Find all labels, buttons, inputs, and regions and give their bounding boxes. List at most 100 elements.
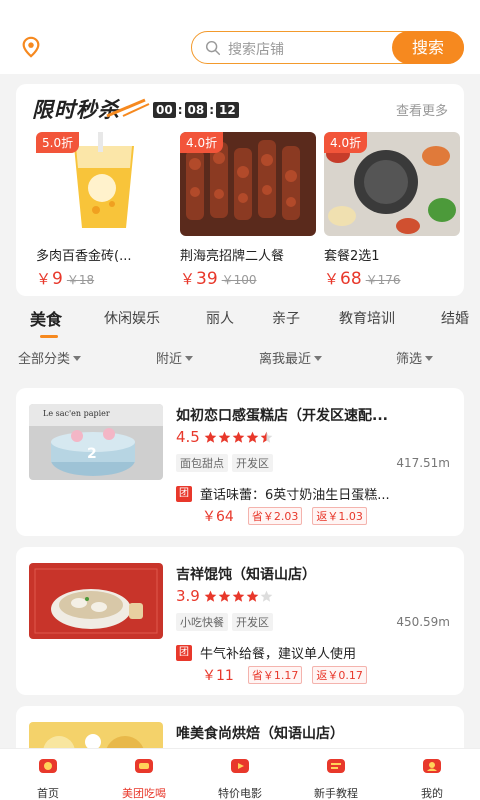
deal-old-price: ￥100 bbox=[221, 273, 257, 287]
store-card[interactable]: 吉祥馄饨（知语山店） 3.9 小吃快餐 开发区 450.59m 团 牛气补给餐，… bbox=[16, 547, 464, 695]
group-deal[interactable]: 团 童话味蕾：6英寸奶油生日蛋糕... bbox=[176, 484, 454, 503]
deal-name: 套餐2选1 bbox=[324, 249, 380, 264]
search-button[interactable]: 搜索 bbox=[392, 30, 464, 64]
deal-image: 4.0折 bbox=[180, 132, 316, 236]
star-icon bbox=[232, 431, 245, 443]
filter-category-label: 全部分类 bbox=[18, 352, 71, 367]
bottom-nav: 首页 美团吃喝 特价电影 新手教程 我的 bbox=[0, 748, 480, 800]
countdown-timer: 00 : 08 : 12 bbox=[153, 102, 239, 118]
star-icon bbox=[218, 431, 231, 443]
flash-sale-logo: 限时秒杀 bbox=[32, 94, 150, 122]
half-star-icon bbox=[260, 431, 273, 443]
chevron-down-icon bbox=[314, 356, 323, 361]
tag-category: 面包甜点 bbox=[176, 454, 228, 472]
store-tags: 小吃快餐 开发区 bbox=[176, 613, 277, 631]
deal-item[interactable]: 4.0折 荆海亮招牌二人餐 ￥39 ￥100 bbox=[180, 132, 316, 289]
timer-seconds: 12 bbox=[216, 102, 239, 118]
store-rating: 3.9 bbox=[176, 587, 274, 605]
deal-price: 9 bbox=[52, 269, 63, 289]
tab-food[interactable]: 美食 bbox=[30, 306, 62, 330]
star-icon bbox=[246, 431, 259, 443]
star-icon bbox=[218, 590, 231, 602]
deal-item[interactable]: 4.0折 套餐2选1 ￥68 ￥176 bbox=[324, 132, 460, 289]
search-bar[interactable]: 搜索店铺 搜索 bbox=[191, 30, 464, 64]
chevron-down-icon bbox=[185, 356, 194, 361]
timer-minutes: 08 bbox=[184, 102, 208, 118]
rebate-chip: 返￥1.03 bbox=[312, 507, 367, 525]
active-tab-indicator bbox=[40, 335, 58, 338]
price-currency: ￥ bbox=[36, 270, 52, 288]
deal-name: 荆海亮招牌二人餐 bbox=[180, 249, 285, 264]
nav-tutorial[interactable]: 新手教程 bbox=[288, 755, 384, 800]
filter-more-label: 筛选 bbox=[396, 352, 423, 367]
store-score: 3.9 bbox=[176, 587, 200, 605]
store-name: 吉祥馄饨（知语山店） bbox=[176, 567, 316, 583]
deal-image: 5.0折 bbox=[36, 132, 172, 236]
deal-price: 68 bbox=[340, 269, 362, 289]
save-chip: 省￥2.03 bbox=[247, 507, 303, 525]
tutorial-icon bbox=[327, 759, 345, 773]
nav-label: 新手教程 bbox=[314, 787, 358, 800]
filter-category[interactable]: 全部分类 bbox=[18, 348, 82, 367]
search-icon bbox=[205, 40, 221, 56]
tab-wedding[interactable]: 结婚 bbox=[441, 308, 469, 328]
store-thumbnail bbox=[29, 563, 163, 639]
star-icon bbox=[246, 590, 259, 602]
header: 搜索店铺 搜索 bbox=[0, 0, 480, 74]
nav-profile[interactable]: 我的 bbox=[384, 755, 480, 800]
tab-parenting[interactable]: 亲子 bbox=[272, 308, 300, 328]
nav-label: 我的 bbox=[421, 787, 443, 800]
group-deal-badge: 团 bbox=[176, 485, 192, 502]
group-deal-name: 童话味蕾：6英寸奶油生日蛋糕... bbox=[200, 488, 390, 503]
deal-old-price: ￥176 bbox=[365, 273, 401, 287]
category-tabs: 美食 休闲娱乐 丽人 亲子 教育培训 结婚 bbox=[0, 300, 480, 340]
store-card[interactable]: Le sac'en papier 2 如初恋口感蛋糕店（开发区速配... 4.5… bbox=[16, 388, 464, 536]
star-icon bbox=[232, 590, 245, 602]
deal-old-price: ￥18 bbox=[66, 273, 95, 287]
svg-text:2: 2 bbox=[87, 446, 97, 462]
tag-area: 开发区 bbox=[232, 454, 273, 472]
filter-sort-label: 离我最近 bbox=[259, 352, 312, 367]
save-chip: 省￥1.17 bbox=[247, 666, 303, 684]
movie-icon bbox=[231, 759, 249, 773]
nav-food[interactable]: 美团吃喝 bbox=[96, 755, 192, 800]
deal-name: 多肉百香金砖(... bbox=[36, 249, 132, 264]
location-pin-icon[interactable] bbox=[20, 36, 42, 58]
chevron-down-icon bbox=[425, 356, 434, 361]
tab-leisure[interactable]: 休闲娱乐 bbox=[104, 308, 160, 328]
filter-nearby[interactable]: 附近 bbox=[156, 348, 194, 367]
timer-hours: 00 bbox=[153, 102, 176, 118]
view-more-link[interactable]: 查看更多 bbox=[396, 100, 448, 119]
tab-education[interactable]: 教育培训 bbox=[339, 308, 395, 328]
group-deal-price: ￥64 bbox=[202, 509, 234, 525]
price-currency: ￥ bbox=[324, 270, 340, 288]
nav-label: 首页 bbox=[37, 787, 59, 800]
group-deal-name: 牛气补给餐，建议单人使用 bbox=[200, 647, 357, 662]
flash-sale-card: 限时秒杀 00 : 08 : 12 查看更多 5.0折 多肉百香金砖(... ￥… bbox=[16, 84, 464, 296]
filter-sort[interactable]: 离我最近 bbox=[259, 348, 323, 367]
star-icon bbox=[204, 590, 217, 602]
deal-item[interactable]: 5.0折 多肉百香金砖(... ￥9 ￥18 bbox=[36, 132, 172, 289]
filter-more[interactable]: 筛选 bbox=[396, 348, 434, 367]
group-deal[interactable]: 团 牛气补给餐，建议单人使用 bbox=[176, 643, 454, 662]
nav-movie[interactable]: 特价电影 bbox=[192, 755, 288, 800]
star-icon bbox=[204, 431, 217, 443]
tab-beauty[interactable]: 丽人 bbox=[206, 308, 234, 328]
store-name: 唯美食尚烘焙（知语山店） bbox=[176, 726, 344, 742]
nav-home[interactable]: 首页 bbox=[0, 755, 96, 800]
empty-star-icon bbox=[260, 590, 273, 602]
group-deal-price: ￥11 bbox=[202, 668, 234, 684]
discount-badge: 4.0折 bbox=[180, 132, 224, 153]
nav-label: 美团吃喝 bbox=[122, 787, 166, 800]
filter-bar: 全部分类 附近 离我最近 筛选 bbox=[0, 346, 480, 370]
search-input[interactable]: 搜索店铺 bbox=[228, 39, 284, 59]
discount-badge: 5.0折 bbox=[36, 132, 80, 153]
group-deal-badge: 团 bbox=[176, 644, 192, 661]
store-distance: 450.59m bbox=[396, 615, 450, 629]
store-score: 4.5 bbox=[176, 428, 200, 446]
flash-sale-logo-swoosh bbox=[106, 98, 150, 118]
group-deal-prices: ￥64 省￥2.03 返￥1.03 bbox=[202, 506, 377, 526]
deal-image: 4.0折 bbox=[324, 132, 460, 236]
store-name: 如初恋口感蛋糕店（开发区速配... bbox=[176, 408, 388, 424]
filter-nearby-label: 附近 bbox=[156, 352, 183, 367]
